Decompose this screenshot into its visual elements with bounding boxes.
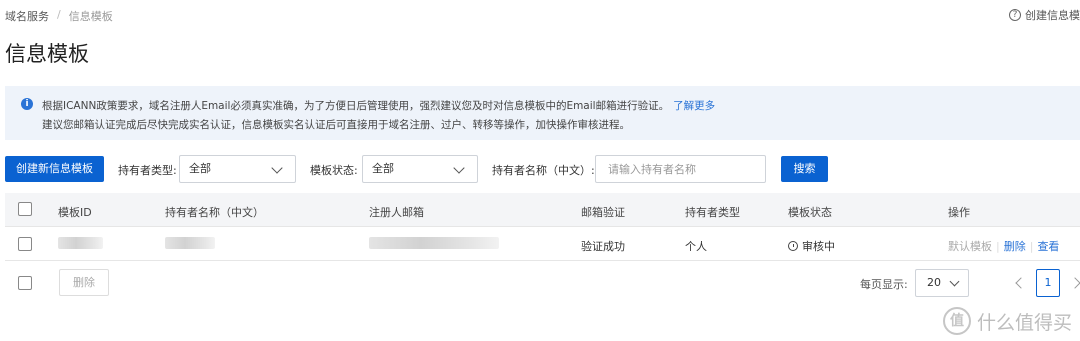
set-default-template-action: 默认模板 bbox=[948, 240, 992, 253]
breadcrumb-item-domain-service[interactable]: 域名服务 bbox=[5, 8, 49, 24]
page-size-label: 每页显示: bbox=[860, 278, 908, 291]
page-number-current[interactable]: 1 bbox=[1036, 269, 1060, 297]
holder-name-input[interactable] bbox=[595, 155, 766, 183]
holder-name-label: 持有者名称（中文）: bbox=[492, 164, 595, 177]
holder-type-select[interactable]: 全部 bbox=[179, 155, 296, 183]
notice-line-1: 根据ICANN政策要求，域名注册人Email必须真实准确，为了方便日后管理使用，… bbox=[42, 98, 715, 113]
redacted-registrant-email bbox=[369, 237, 499, 249]
notice-banner: i 根据ICANN政策要求，域名注册人Email必须真实准确，为了方便日后管理使… bbox=[5, 86, 1080, 140]
template-status-select[interactable]: 全部 bbox=[362, 155, 478, 183]
action-separator: | bbox=[996, 240, 1000, 253]
watermark: 值 什么值得买 bbox=[942, 307, 1072, 335]
info-icon: i bbox=[21, 98, 33, 110]
breadcrumb-item-info-template: 信息模板 bbox=[68, 10, 113, 23]
holder-type-value: 个人 bbox=[685, 240, 707, 253]
next-page-button[interactable] bbox=[1068, 270, 1080, 296]
column-header-template-id: 模板ID bbox=[58, 206, 92, 219]
watermark-text: 什么值得买 bbox=[976, 311, 1072, 334]
clock-icon bbox=[788, 241, 798, 251]
select-all-checkbox[interactable] bbox=[18, 202, 32, 216]
redacted-holder-name bbox=[165, 237, 215, 249]
table-row: 验证成功 个人 审核中 默认模板 | 删除 | 查看 bbox=[5, 228, 1080, 261]
holder-type-label: 持有者类型: bbox=[118, 164, 177, 177]
template-status-text: 审核中 bbox=[802, 240, 835, 253]
template-status-value: 全部 bbox=[372, 162, 394, 175]
view-action-link[interactable]: 查看 bbox=[1037, 240, 1059, 253]
help-link-label: 创建信息模 bbox=[1025, 9, 1080, 22]
learn-more-link[interactable]: 了解更多 bbox=[673, 100, 715, 112]
breadcrumb: 域名服务 / 信息模板 bbox=[5, 8, 113, 24]
footer-select-all-checkbox[interactable] bbox=[18, 276, 32, 290]
row-checkbox[interactable] bbox=[18, 237, 32, 251]
row-actions: 默认模板 | 删除 | 查看 bbox=[948, 238, 1059, 254]
email-verify-status: 验证成功 bbox=[581, 240, 625, 253]
search-button[interactable]: 搜索 bbox=[781, 156, 828, 182]
column-header-actions: 操作 bbox=[948, 206, 970, 219]
column-header-holder-name: 持有者名称（中文） bbox=[165, 206, 264, 219]
notice-line-2: 建议您邮箱认证完成后尽快完成实名认证，信息模板实名认证后可直接用于域名注册、过户… bbox=[42, 119, 630, 131]
holder-type-value: 全部 bbox=[189, 162, 211, 175]
question-circle-icon: ? bbox=[1009, 9, 1021, 21]
notice-line-1-text: 根据ICANN政策要求，域名注册人Email必须真实准确，为了方便日后管理使用，… bbox=[42, 100, 670, 112]
batch-delete-button[interactable]: 删除 bbox=[59, 269, 109, 296]
prev-page-button[interactable] bbox=[1009, 270, 1029, 296]
delete-action-link[interactable]: 删除 bbox=[1004, 240, 1026, 253]
chevron-down-icon bbox=[453, 162, 465, 174]
template-status-label: 模板状态: bbox=[310, 164, 358, 177]
page-size-value: 20 bbox=[927, 276, 941, 289]
chevron-down-icon bbox=[271, 162, 283, 174]
column-header-registrant-email: 注册人邮箱 bbox=[369, 206, 424, 219]
page-size-select[interactable]: 20 bbox=[915, 269, 969, 297]
page-title: 信息模板 bbox=[5, 42, 89, 66]
watermark-logo-icon: 值 bbox=[942, 307, 971, 335]
column-header-template-status: 模板状态 bbox=[788, 206, 832, 219]
action-separator: | bbox=[1029, 240, 1034, 253]
template-status: 审核中 bbox=[788, 238, 835, 254]
chevron-down-icon bbox=[949, 276, 960, 287]
redacted-template-id bbox=[58, 237, 103, 249]
table-header: 模板ID 持有者名称（中文） 注册人邮箱 邮箱验证 持有者类型 模板状态 操作 bbox=[5, 193, 1080, 227]
breadcrumb-separator: / bbox=[57, 8, 61, 21]
column-header-email-verify: 邮箱验证 bbox=[581, 206, 625, 219]
create-template-help-link[interactable]: ? 创建信息模 bbox=[1009, 7, 1080, 23]
column-header-holder-type: 持有者类型 bbox=[685, 206, 740, 219]
create-template-button[interactable]: 创建新信息模板 bbox=[5, 156, 104, 182]
